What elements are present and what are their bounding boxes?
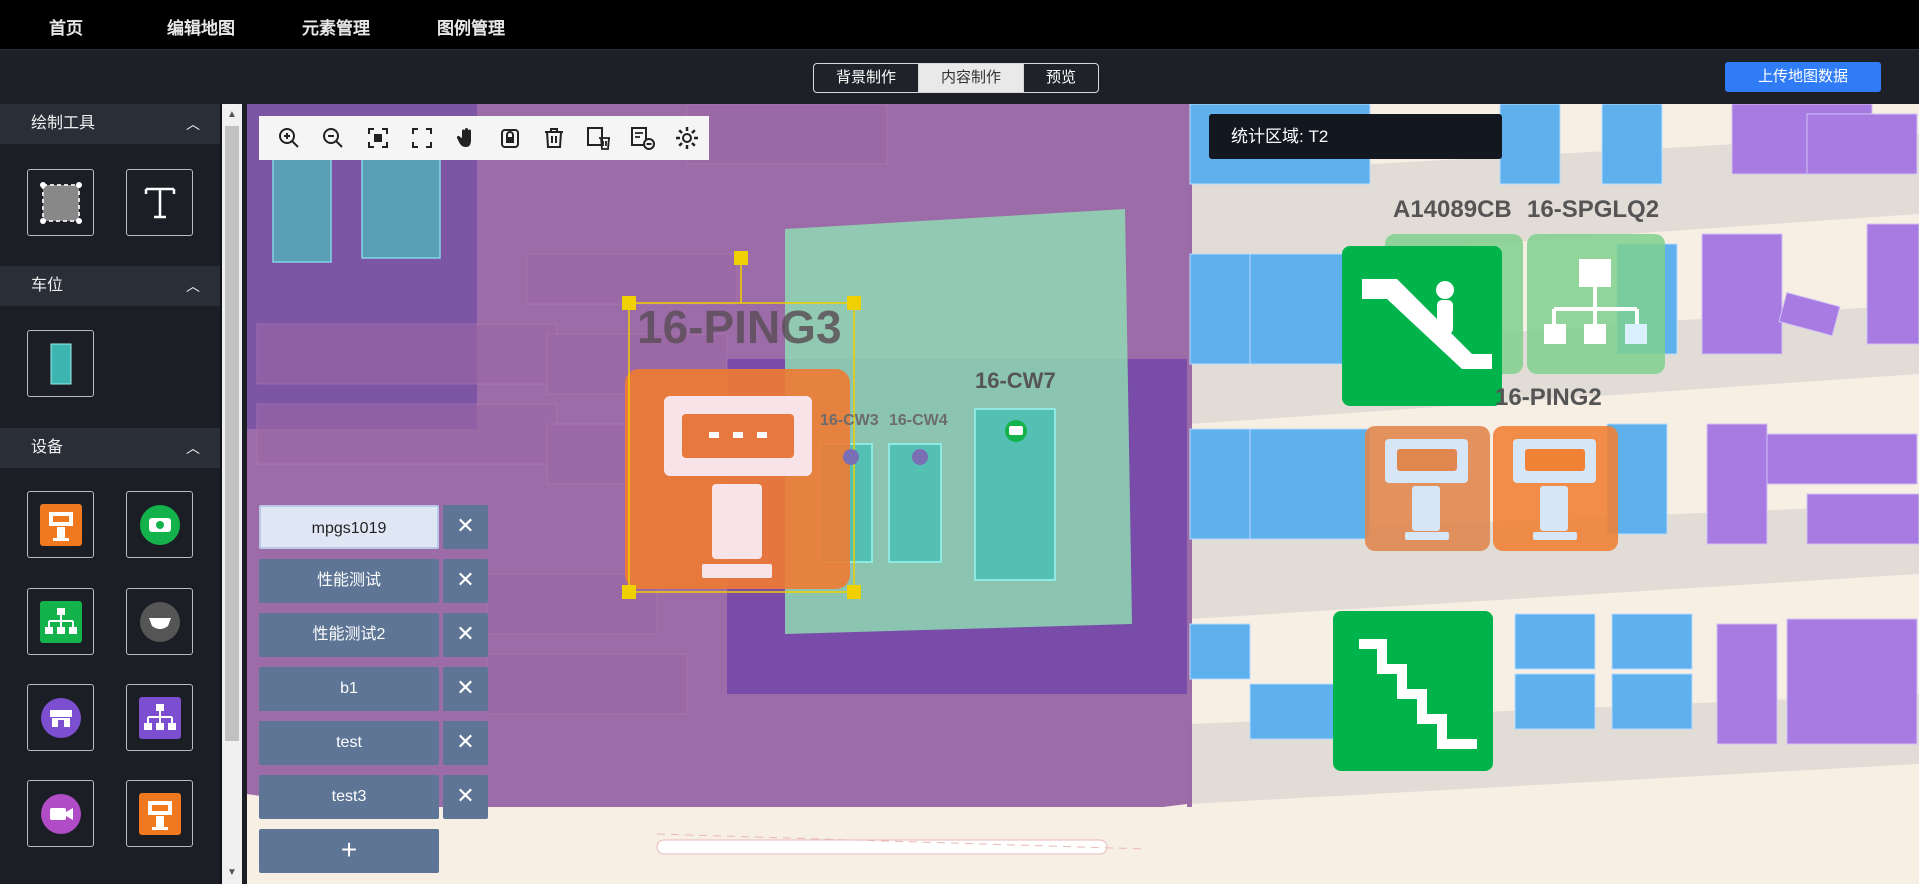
add-layer-button[interactable]: + — [259, 829, 439, 873]
delete-layer-icon[interactable] — [576, 116, 620, 160]
left-panel: 绘制工具 ︿ 车位 ︿ 设备 ︿ — [0, 104, 220, 884]
layer-name[interactable]: b1 — [259, 667, 439, 711]
scroll-up-arrow-icon[interactable]: ▲ — [222, 106, 242, 124]
upload-map-data-button[interactable]: 上传地图数据 — [1725, 62, 1881, 92]
close-icon[interactable]: ✕ — [443, 775, 488, 819]
camera-green-icon[interactable] — [126, 491, 193, 558]
parking-space-icon[interactable] — [27, 330, 94, 397]
mode-content[interactable]: 内容制作 — [919, 64, 1025, 92]
scroll-thumb[interactable] — [225, 126, 239, 741]
close-icon[interactable]: ✕ — [443, 559, 488, 603]
close-icon[interactable]: ✕ — [443, 505, 488, 549]
layer-name[interactable]: 性能测试2 — [259, 613, 439, 657]
layer-name[interactable]: test — [259, 721, 439, 765]
panel-scrollbar[interactable]: ▲ ▼ — [222, 104, 242, 884]
kiosk-orange-icon-2[interactable] — [126, 780, 193, 847]
zoom-in-icon[interactable] — [267, 116, 311, 160]
map-label-cw4: 16-CW4 — [889, 412, 948, 429]
map-drawing[interactable] — [247, 104, 1919, 884]
map-toolbar — [259, 116, 709, 160]
nav-element-management[interactable]: 元素管理 — [302, 14, 370, 39]
section-devices[interactable]: 设备 ︿ — [0, 428, 220, 468]
zoom-out-icon[interactable] — [311, 116, 355, 160]
map-label-cw7: 16-CW7 — [975, 368, 1056, 393]
map-label-ping3: 16-PING3 — [637, 301, 842, 353]
rectangle-select-icon[interactable] — [27, 169, 94, 236]
mode-preview[interactable]: 预览 — [1024, 64, 1098, 92]
scroll-down-arrow-icon[interactable]: ▼ — [222, 864, 242, 882]
fit-icon[interactable] — [355, 116, 399, 160]
map-canvas[interactable]: 16-PING3 16-CW7 16-CW3 16-CW4 A14089CB 1… — [247, 104, 1919, 884]
dome-camera-gray-icon[interactable] — [126, 588, 193, 655]
section-title: 车位 — [31, 277, 64, 294]
layer-name[interactable]: 性能测试 — [259, 559, 439, 603]
chevron-up-icon[interactable]: ︿ — [186, 428, 200, 468]
close-icon[interactable]: ✕ — [443, 667, 488, 711]
devices-body — [0, 468, 220, 868]
remove-layer-icon[interactable] — [621, 116, 665, 160]
settings-icon[interactable] — [665, 116, 709, 160]
chevron-up-icon[interactable]: ︿ — [186, 104, 200, 144]
sub-toolbar: 背景制作 内容制作 预览 上传地图数据 — [0, 49, 1919, 104]
parking-body — [0, 306, 220, 428]
network-green-icon[interactable] — [27, 588, 94, 655]
chevron-up-icon[interactable]: ︿ — [186, 266, 200, 306]
stats-region-box: 统计区域: T2 — [1209, 114, 1502, 159]
section-title: 绘制工具 — [31, 115, 96, 132]
section-draw-tools[interactable]: 绘制工具 ︿ — [0, 104, 220, 144]
delete-icon[interactable] — [532, 116, 576, 160]
mode-background[interactable]: 背景制作 — [814, 64, 920, 92]
layer-name[interactable]: test3 — [259, 775, 439, 819]
store-purple-icon[interactable] — [27, 684, 94, 751]
section-title: 设备 — [31, 439, 64, 456]
nav-edit-map[interactable]: 编辑地图 — [167, 14, 235, 39]
text-tool-icon[interactable] — [126, 169, 193, 236]
network-purple-icon[interactable] — [126, 684, 193, 751]
nav-legend-management[interactable]: 图例管理 — [437, 14, 505, 39]
lock-icon[interactable] — [488, 116, 532, 160]
map-label-a14089: A14089CB — [1393, 196, 1512, 223]
close-icon[interactable]: ✕ — [443, 613, 488, 657]
map-label-spglq2: 16-SPGLQ2 — [1527, 196, 1660, 223]
top-nav: 首页 编辑地图 元素管理 图例管理 — [0, 0, 1919, 49]
map-label-ping2: 16-PING2 — [1495, 384, 1602, 411]
nav-home[interactable]: 首页 — [49, 14, 83, 39]
close-icon[interactable]: ✕ — [443, 721, 488, 765]
section-parking[interactable]: 车位 ︿ — [0, 266, 220, 306]
draw-tools-body — [0, 144, 220, 266]
fullscreen-icon[interactable] — [400, 116, 444, 160]
kiosk-orange-icon[interactable] — [27, 491, 94, 558]
pan-hand-icon[interactable] — [444, 116, 488, 160]
map-label-cw3: 16-CW3 — [820, 412, 879, 429]
video-purple-icon[interactable] — [27, 780, 94, 847]
layer-name[interactable]: mpgs1019 — [259, 505, 439, 549]
mode-switch: 背景制作 内容制作 预览 — [813, 63, 1100, 93]
